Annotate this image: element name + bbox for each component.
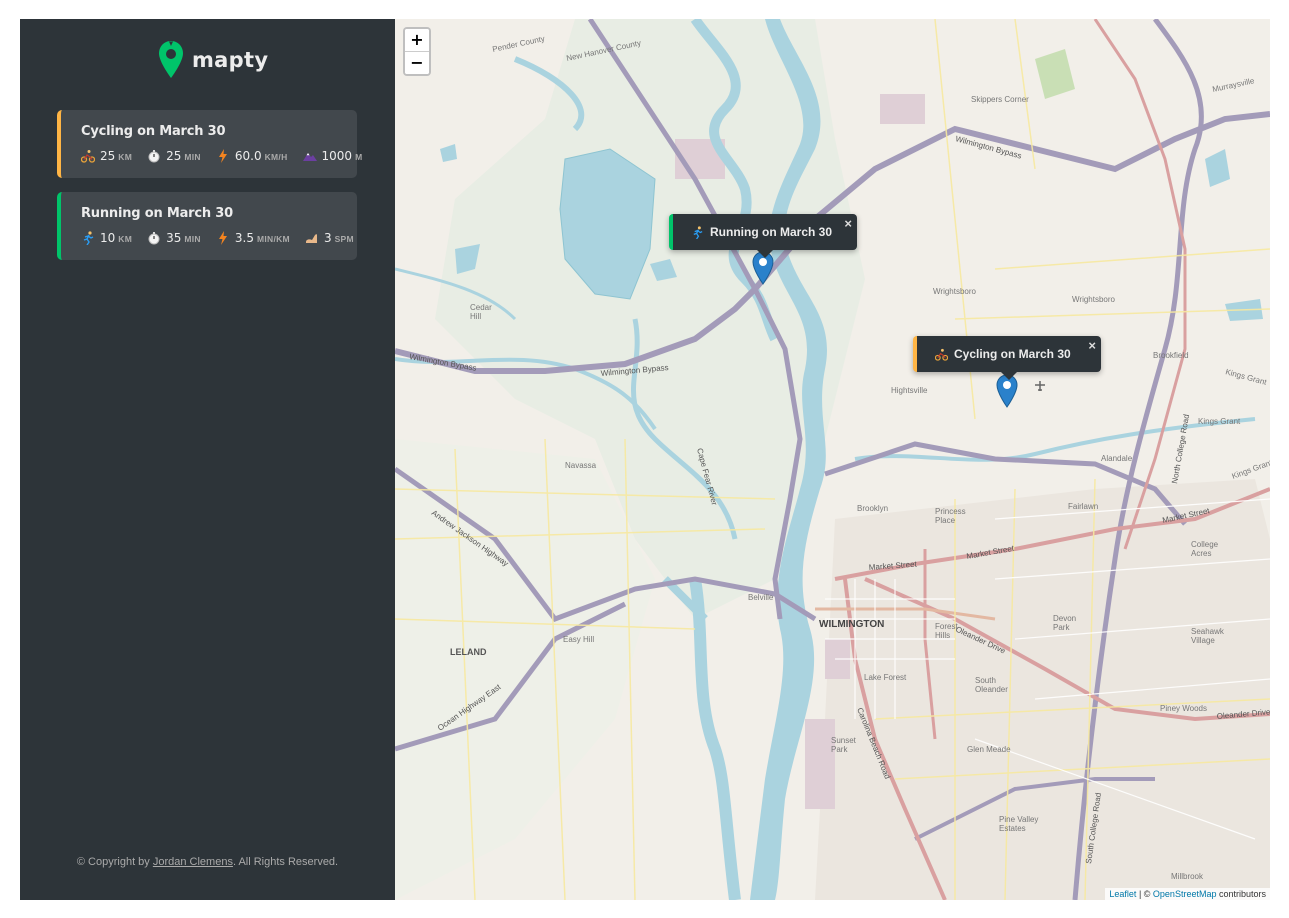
app-name: mapty [192, 48, 269, 72]
map-label-city: WILMINGTON [819, 619, 884, 630]
duration-unit: min [184, 152, 201, 162]
speed-detail: 60.0 km/h [216, 149, 288, 163]
distance-unit: km [118, 152, 133, 162]
map-label-city: LELAND [450, 647, 487, 657]
distance-value: 10 [100, 231, 116, 245]
workout-details: 25 km 25 min 60.0 [81, 149, 362, 163]
attribution-separator: | © [1136, 889, 1153, 899]
map-label: Millbrook [1171, 872, 1204, 881]
map-label: Brookfield [1153, 351, 1189, 360]
lightning-icon [218, 231, 227, 245]
elevation-unit: m [355, 152, 363, 162]
pace-detail: 3.5 min/km [216, 231, 290, 245]
attribution-suffix: contributors [1216, 889, 1266, 899]
map-label: Fairlawn [1068, 502, 1098, 511]
map-tiles[interactable]: Pender County New Hanover County Skipper… [395, 19, 1270, 900]
map-label: Alandale [1101, 454, 1133, 463]
leaflet-link[interactable]: Leaflet [1109, 889, 1136, 899]
copyright-suffix: . All Rights Reserved. [232, 856, 339, 868]
workout-title: Cycling on March 30 [81, 124, 226, 139]
cadence-unit: spm [334, 234, 354, 244]
workout-item-cycling[interactable]: Cycling on March 30 25 km [57, 110, 362, 178]
map-popup-running[interactable]: Running on March 30 × [669, 214, 857, 258]
cadence-detail: 3 spm [305, 231, 354, 245]
distance-value: 25 [100, 149, 116, 163]
map-attribution: Leaflet | © OpenStreetMap contributors [1105, 888, 1270, 900]
pace-unit: min/km [256, 234, 290, 244]
popup-tip [757, 250, 773, 258]
map-label: Glen Meade [967, 745, 1011, 754]
elevation-detail: 1000 m [302, 149, 363, 163]
map-label: Kings Grant [1198, 417, 1241, 426]
distance-detail: 10 km [81, 231, 132, 245]
map-label: Brooklyn [857, 504, 888, 513]
cadence-value: 3 [323, 231, 332, 245]
map-label: Belville [748, 593, 774, 602]
runner-icon [83, 231, 94, 245]
pace-value: 3.5 [234, 231, 254, 245]
popup-close-button[interactable]: × [844, 216, 852, 231]
author-link[interactable]: Jordan Clemens [153, 856, 233, 868]
workout-item-running[interactable]: Running on March 30 10 km 3 [57, 192, 357, 260]
speed-value: 60.0 [234, 149, 262, 163]
zoom-in-button[interactable]: + [405, 29, 429, 52]
stopwatch-icon [148, 232, 160, 245]
distance-unit: km [118, 234, 133, 244]
cyclist-icon [935, 348, 948, 361]
duration-unit: min [184, 234, 201, 244]
map-label: Easy Hill [563, 635, 594, 644]
sidebar: mapty Cycling on March 30 25 km [20, 19, 395, 900]
runner-icon [693, 225, 703, 239]
zoom-control: + − [403, 27, 431, 76]
stopwatch-icon [148, 150, 160, 163]
map-label: Wrightsboro [933, 287, 977, 296]
duration-detail: 25 min [147, 149, 201, 163]
popup-label: Cycling on March 30 [954, 347, 1071, 361]
duration-value: 35 [166, 231, 182, 245]
speed-unit: km/h [264, 152, 288, 162]
osm-link[interactable]: OpenStreetMap [1153, 889, 1217, 899]
copyright-prefix: © Copyright by [76, 856, 153, 868]
workout-title: Running on March 30 [81, 206, 233, 221]
duration-value: 25 [166, 149, 182, 163]
cyclist-icon [81, 150, 95, 163]
map-label: Navassa [565, 461, 597, 470]
zoom-out-button[interactable]: − [405, 52, 429, 74]
duration-detail: 35 min [147, 231, 201, 245]
map-label: Lake Forest [864, 673, 907, 682]
footprint-icon [305, 234, 317, 243]
app-root: mapty Cycling on March 30 25 km [20, 19, 1270, 900]
map-label: Skippers Corner [971, 95, 1029, 104]
mountain-icon [302, 153, 317, 161]
map-label: Hightsville [891, 386, 928, 395]
logo: mapty [158, 40, 268, 80]
elevation-value: 1000 [321, 149, 353, 163]
popup-close-button[interactable]: × [1088, 338, 1096, 353]
copyright: © Copyright by Jordan Clemens. All Right… [20, 856, 395, 868]
distance-detail: 25 km [81, 149, 132, 163]
map-pin-logo-icon [159, 41, 183, 78]
popup-label: Running on March 30 [710, 225, 833, 239]
popup-tip [1001, 372, 1017, 380]
workout-details: 10 km 35 min 3.5 m [81, 231, 357, 245]
lightning-icon [218, 149, 227, 163]
map[interactable]: Pender County New Hanover County Skipper… [395, 19, 1270, 900]
map-label: Piney Woods [1160, 704, 1207, 713]
map-label: Wrightsboro [1072, 295, 1116, 304]
map-popup-cycling[interactable]: Cycling on March 30 × [913, 336, 1101, 380]
